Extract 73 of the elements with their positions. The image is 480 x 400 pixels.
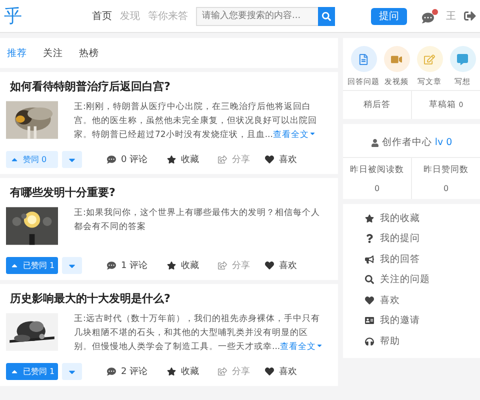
comment-icon <box>107 261 116 270</box>
like-button[interactable]: 喜欢 <box>265 153 305 166</box>
messages-icon[interactable] <box>422 8 438 24</box>
caret-icon <box>316 342 324 349</box>
nav-link[interactable]: 首页 <box>92 9 112 23</box>
upvote-button[interactable]: 已赞同 1 <box>6 257 58 274</box>
stat-label: 昨日被阅读数 <box>350 164 404 176</box>
side-menu-item[interactable]: 我的邀请 <box>365 310 480 331</box>
upvote-button[interactable]: 已赞同 1 <box>6 363 58 380</box>
search-field[interactable]: 请输入您要搜索的内容... <box>196 6 318 26</box>
article-excerpt: 王:刚刚，特朗普从医疗中心出院，在三晚治疗后他将返回白宫。他的医生称，虽然他未完全康复，但状况良好可以出院回家。特朗普已经超过72小时没有发烧症状，且血...查看全文 <box>74 100 318 142</box>
stat-value: 0 <box>374 184 380 193</box>
downvote-button[interactable] <box>62 151 82 168</box>
headphones-icon <box>365 336 374 346</box>
downvote-button[interactable] <box>62 363 82 380</box>
article-excerpt: 王:如果我问你，这个世界上有哪些最伟大的发明？相信每个人都会有不同的答案 <box>74 207 321 234</box>
comment-icon <box>107 367 116 376</box>
video-camera-icon <box>384 46 410 72</box>
search-icon <box>365 275 374 284</box>
chat-icon <box>450 46 476 72</box>
user-icon <box>370 138 379 146</box>
comment-icon <box>107 155 116 164</box>
side-menu-item[interactable]: 喜欢 <box>365 290 480 310</box>
logout-icon[interactable] <box>464 10 476 22</box>
side-menu-item[interactable]: 我的收藏 <box>365 208 480 228</box>
like-button[interactable]: 喜欢 <box>265 365 305 378</box>
heart-icon <box>265 261 274 270</box>
side-menu-item[interactable]: 我的回答 <box>365 249 480 270</box>
heart-icon <box>265 367 274 376</box>
comment-button[interactable]: 2 评论 <box>107 365 167 378</box>
share-icon <box>218 155 227 164</box>
article-title[interactable]: 历史影响最大的十大发明是什么? <box>10 291 330 306</box>
like-button[interactable]: 喜欢 <box>265 259 305 272</box>
feed-tab[interactable]: 推荐 <box>7 46 27 60</box>
document-icon <box>350 46 376 72</box>
favorite-button[interactable]: 收藏 <box>167 259 218 272</box>
star-icon <box>167 261 176 270</box>
star-icon <box>365 214 374 223</box>
comment-button[interactable]: 1 评论 <box>107 259 167 272</box>
feed-tab[interactable]: 热榜 <box>79 46 99 60</box>
share-icon <box>218 367 227 376</box>
article-title[interactable]: 如何看待特朗普治疗后返回白宫? <box>10 79 330 94</box>
draft-link[interactable]: 稍后答 <box>343 91 411 119</box>
side-menu-item[interactable]: 关注的问题 <box>365 270 480 290</box>
stat-label: 昨日赞同数 <box>424 164 468 176</box>
side-menu-item[interactable]: 帮助 <box>365 331 480 352</box>
ask-button[interactable]: 提问 <box>371 8 407 24</box>
search-button[interactable] <box>318 6 335 26</box>
star-icon <box>167 155 176 164</box>
heart-icon <box>365 296 374 305</box>
upvote-button[interactable]: 赞同 0 <box>6 151 58 168</box>
stat-value: 0 <box>443 184 449 193</box>
article-excerpt: 王:远古时代（数十万年前），我们的祖先赤身裸体，手中只有几块粗陋不堪的石头，和其他的大型哺乳类并没有明显的区别。但慢慢地人类学会了制造工具。一些天才或幸...查看全文 <box>74 312 324 354</box>
favorite-button[interactable]: 收藏 <box>167 365 218 378</box>
share-icon <box>218 261 227 270</box>
caret-icon <box>308 130 316 137</box>
side-menu-item[interactable]: 我的提问 <box>365 228 480 249</box>
read-more-link[interactable]: 查看全文 <box>280 342 316 352</box>
feed-tab[interactable]: 关注 <box>43 46 63 60</box>
megaphone-icon <box>365 254 374 264</box>
search-icon <box>322 12 331 20</box>
heart-icon <box>265 155 274 164</box>
logo[interactable]: 乎 <box>4 4 92 28</box>
comment-button[interactable]: 0 评论 <box>107 153 167 166</box>
question-icon <box>365 234 374 244</box>
id-card-icon <box>365 316 374 326</box>
read-more-link[interactable]: 查看全文 <box>272 130 309 140</box>
creator-center-title[interactable]: 创作者中心 lv 0 <box>343 124 480 158</box>
favorite-button[interactable]: 收藏 <box>167 153 218 166</box>
star-icon <box>167 367 176 376</box>
article-title[interactable]: 有哪些发明十分重要? <box>10 185 330 200</box>
edit-icon <box>416 46 442 72</box>
downvote-button[interactable] <box>62 257 82 274</box>
